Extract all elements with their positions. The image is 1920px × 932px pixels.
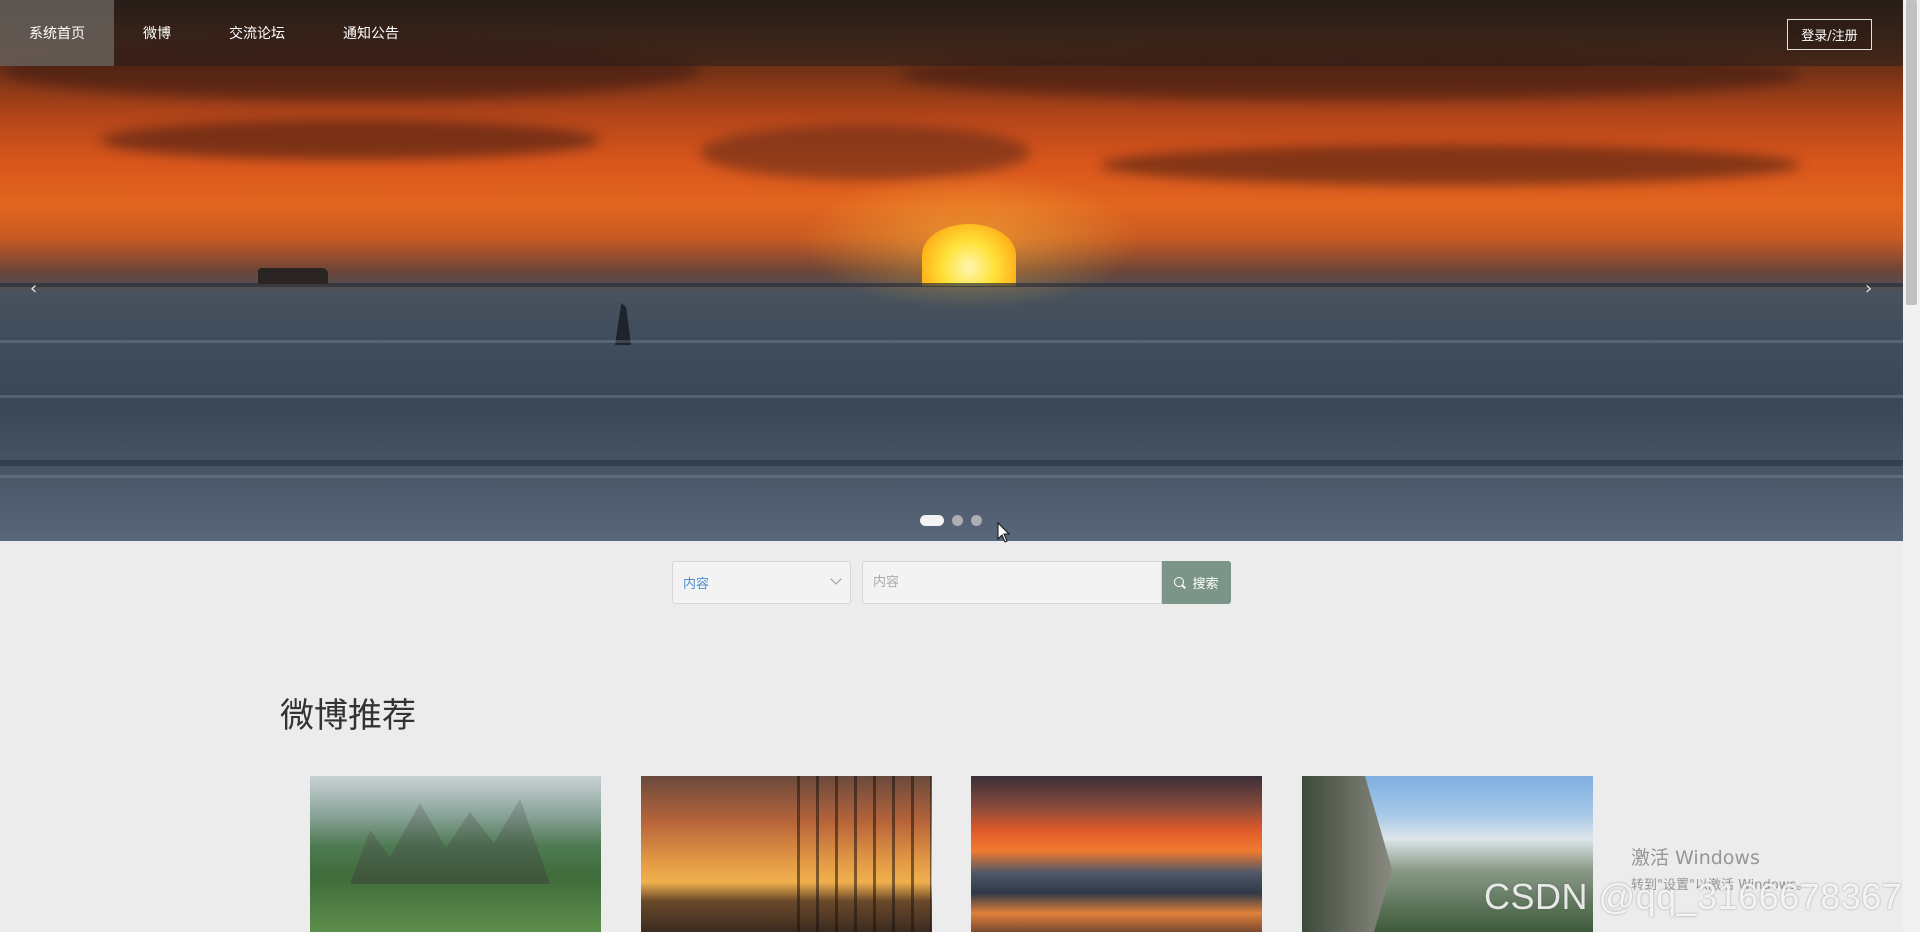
scrollbar-thumb[interactable] (1906, 0, 1917, 305)
wave (0, 475, 1903, 478)
search-button[interactable]: 搜索 (1162, 561, 1231, 604)
hero-carousel: ‹ › (0, 0, 1903, 541)
nav-item-label: 系统首页 (29, 26, 85, 42)
nav-item-label: 通知公告 (343, 26, 399, 42)
chevron-down-icon (830, 573, 842, 585)
csdn-watermark: CSDN @qq_3166678367 (1484, 876, 1903, 917)
mouse-cursor-icon (997, 521, 1011, 548)
carousel-dot-1[interactable] (920, 515, 944, 526)
carousel-dot-2[interactable] (952, 515, 963, 526)
login-register-button[interactable]: 登录/注册 (1787, 19, 1872, 50)
top-nav: 系统首页 微博 交流论坛 通知公告 登录/注册 (0, 0, 1903, 66)
wave (0, 340, 1903, 343)
carousel-indicators (920, 515, 982, 526)
rock (615, 303, 631, 345)
nav-item-label: 交流论坛 (229, 26, 285, 42)
nav-item-label: 微博 (143, 26, 171, 42)
search-icon (1174, 576, 1186, 589)
watermark-line: 激活 Windows (1631, 847, 1760, 869)
wave (0, 460, 1903, 466)
carousel-prev-icon[interactable]: ‹ (30, 278, 37, 299)
weibo-card-image[interactable] (310, 776, 601, 932)
search-type-value: 内容 (683, 577, 710, 592)
weibo-card-image[interactable] (641, 776, 932, 932)
nav-item-weibo[interactable]: 微博 (114, 0, 200, 66)
section-title: 微博推荐 (280, 696, 416, 736)
cloud-decoration (1100, 145, 1800, 185)
carousel-dot-3[interactable] (971, 515, 982, 526)
cloud-decoration (100, 120, 600, 160)
carousel-next-icon[interactable]: › (1865, 278, 1872, 299)
search-button-label: 搜索 (1192, 577, 1219, 592)
wave (0, 395, 1903, 398)
search-input[interactable] (862, 561, 1162, 604)
search-type-select[interactable]: 内容 (672, 561, 851, 604)
ship (258, 268, 328, 284)
nav-item-home[interactable]: 系统首页 (0, 0, 114, 66)
sun (922, 224, 1016, 286)
nav-item-forum[interactable]: 交流论坛 (200, 0, 314, 66)
weibo-card-image[interactable] (971, 776, 1262, 932)
nav-item-notice[interactable]: 通知公告 (314, 0, 428, 66)
